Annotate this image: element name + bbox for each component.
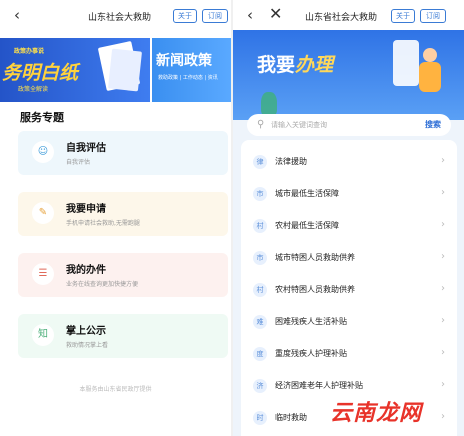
banner-card-policy-guide[interactable]: 政策办事说 务明白纸 政策全解读	[0, 38, 150, 102]
service-desc: 自我评估	[66, 159, 91, 166]
left-screen: ‹ 山东社会大救助 关于 订阅 政策办事说 务明白纸 政策全解读 新闻政策 救助…	[0, 0, 231, 436]
list-item-label: 农村最低生活保障	[275, 221, 339, 230]
document-icon: ☰	[32, 263, 54, 285]
chevron-right-icon: ›	[441, 251, 445, 262]
right-screen: ‹ ✕ 山东省社会大救助 关于 订阅 我要办理 ⚲ 请输入关键词查询 搜索 律 …	[233, 0, 464, 436]
service-card-apply[interactable]: ✎ 我要申请 手机申请社会救助,无需跑腿	[18, 192, 228, 236]
service-desc: 救助情况掌上看	[66, 342, 109, 349]
category-badge: 时	[253, 411, 267, 425]
list-item-label: 农村特困人员救助供养	[275, 285, 355, 294]
list-item-label: 城市最低生活保障	[275, 189, 339, 198]
page-title: 山东省社会大救助	[305, 13, 378, 23]
back-icon[interactable]: ‹	[247, 6, 253, 24]
chevron-right-icon: ›	[441, 411, 445, 422]
search-button[interactable]: 搜索	[425, 119, 441, 130]
banner-headline: 新闻政策	[156, 53, 212, 69]
person-illustration	[423, 48, 437, 62]
service-desc: 手机申请社会救助,无需跑腿	[66, 220, 140, 227]
page-title: 山东社会大救助	[88, 13, 152, 23]
list-item[interactable]: 度 重度残疾人护理补贴 ›	[241, 338, 457, 368]
chevron-right-icon: ›	[441, 219, 445, 230]
service-name: 我要申请	[66, 204, 106, 215]
close-icon[interactable]: ✕	[269, 5, 282, 23]
chevron-right-icon: ›	[441, 315, 445, 326]
person-icon: ☺	[32, 141, 54, 163]
search-icon: ⚲	[257, 119, 265, 130]
chevron-right-icon: ›	[441, 347, 445, 358]
service-list: 律 法律援助 › 市 城市最低生活保障 › 村 农村最低生活保障 › 市 城市特…	[241, 140, 457, 436]
list-item[interactable]: 市 城市最低生活保障 ›	[241, 178, 457, 208]
category-badge: 律	[253, 155, 267, 169]
about-button[interactable]: 关于	[173, 9, 197, 23]
banner-subtitle: 救助政策 | 工作动态 | 资讯	[158, 75, 218, 81]
service-name: 掌上公示	[66, 326, 106, 337]
list-item[interactable]: 市 城市特困人员救助供养 ›	[241, 242, 457, 272]
top-nav-bar: ‹ 山东社会大救助 关于 订阅	[0, 0, 231, 30]
service-name: 自我评估	[66, 143, 106, 154]
list-item-label: 困难残疾人生活补贴	[275, 317, 347, 326]
category-badge: 村	[253, 219, 267, 233]
service-name: 我的办件	[66, 265, 106, 276]
banner-subtitle: 政策全解读	[18, 86, 49, 93]
back-icon[interactable]: ‹	[14, 6, 20, 24]
watermark-logo: 云南龙网	[330, 401, 423, 426]
hero-title: 我要办理	[257, 54, 334, 76]
category-badge: 市	[253, 251, 267, 265]
list-item-label: 法律援助	[275, 157, 307, 166]
person-illustration	[419, 62, 441, 92]
top-nav-bar: ‹ ✕ 山东省社会大救助 关于 订阅	[233, 0, 464, 30]
service-card-public-notice[interactable]: 知 掌上公示 救助情况掌上看	[18, 314, 228, 358]
list-item[interactable]: 村 农村最低生活保障 ›	[241, 210, 457, 240]
category-badge: 村	[253, 283, 267, 297]
publicity-icon: 知	[32, 324, 54, 346]
banner-card-news-policy[interactable]: 新闻政策 救助政策 | 工作动态 | 资讯	[152, 38, 231, 102]
list-item[interactable]: 村 农村特困人员救助供养 ›	[241, 274, 457, 304]
category-badge: 济	[253, 379, 267, 393]
paper-illustration	[107, 48, 143, 92]
search-bar: ⚲ 请输入关键词查询 搜索	[247, 114, 451, 136]
list-item-label: 重度残疾人护理补贴	[275, 349, 347, 358]
service-desc: 业务在线查询更加快捷方便	[66, 281, 139, 288]
search-input[interactable]: 请输入关键词查询	[271, 120, 327, 130]
form-icon: ✎	[32, 202, 54, 224]
subscribe-button[interactable]: 订阅	[202, 9, 228, 23]
chevron-right-icon: ›	[441, 155, 445, 166]
list-item-label: 城市特困人员救助供养	[275, 253, 355, 262]
hero-banner: 我要办理	[233, 30, 464, 120]
banner-headline: 务明白纸	[2, 62, 79, 84]
chevron-right-icon: ›	[441, 283, 445, 294]
about-button[interactable]: 关于	[391, 9, 415, 23]
chevron-right-icon: ›	[441, 187, 445, 198]
chevron-right-icon: ›	[441, 379, 445, 390]
list-item[interactable]: 难 困难残疾人生活补贴 ›	[241, 306, 457, 336]
list-item-label: 经济困难老年人护理补贴	[275, 381, 363, 390]
phone-illustration	[393, 40, 419, 86]
list-item-label: 临时救助	[275, 413, 307, 422]
service-card-my-cases[interactable]: ☰ 我的办件 业务在线查询更加快捷方便	[18, 253, 228, 297]
list-item[interactable]: 律 法律援助 ›	[241, 146, 457, 176]
banner-slogan: 政策办事说	[14, 48, 45, 55]
category-badge: 度	[253, 347, 267, 361]
banner-carousel[interactable]: 政策办事说 务明白纸 政策全解读 新闻政策 救助政策 | 工作动态 | 资讯	[0, 38, 231, 102]
subscribe-button[interactable]: 订阅	[420, 9, 446, 23]
category-badge: 难	[253, 315, 267, 329]
section-title: 服务专题	[20, 111, 64, 124]
footer-note: 本服务由山东省民政厅提供	[79, 386, 152, 393]
service-card-self-assessment[interactable]: ☺ 自我评估 自我评估	[18, 131, 228, 175]
category-badge: 市	[253, 187, 267, 201]
